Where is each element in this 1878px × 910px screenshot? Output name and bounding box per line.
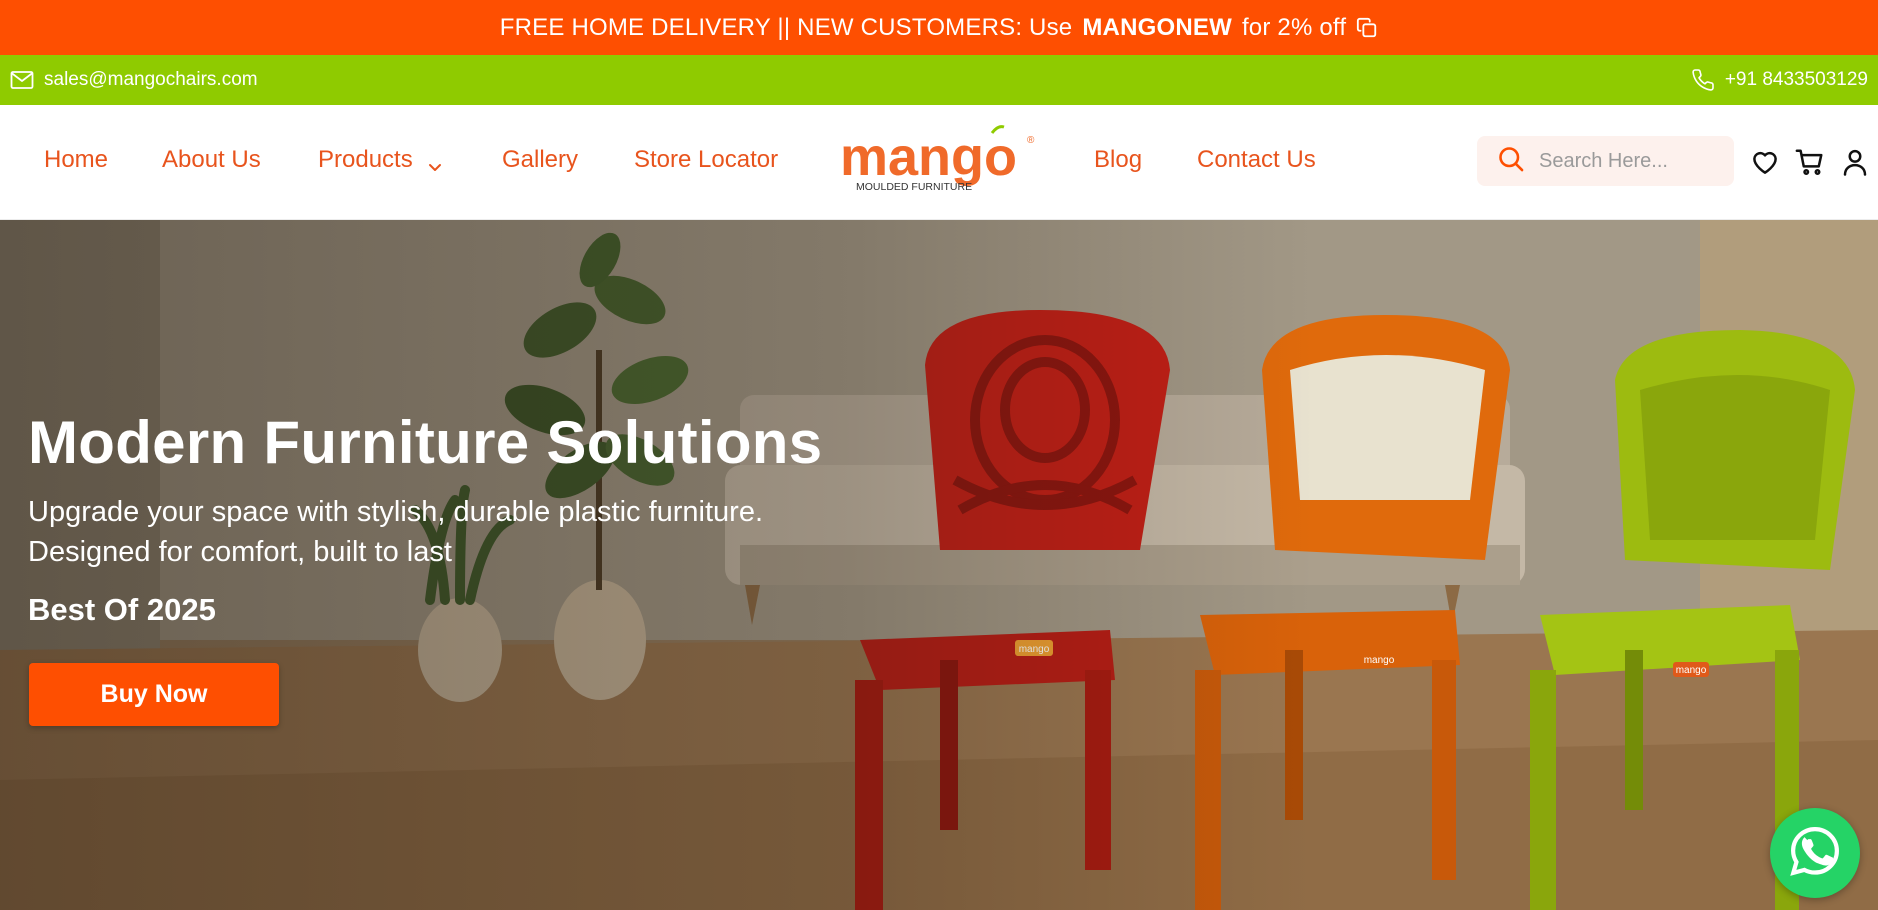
hero-subtitle-line1: Upgrade your space with stylish, durable… (28, 496, 764, 528)
nav-home[interactable]: Home (44, 145, 108, 175)
chevron-down-icon (427, 153, 443, 171)
cart-icon[interactable] (1795, 147, 1825, 177)
logo-brand: mango (840, 127, 1017, 187)
logo-registered-mark: ® (1027, 135, 1035, 146)
phone-text[interactable]: +91 8433503129 (1725, 69, 1868, 91)
mango-logo[interactable]: mango ® MOULDED FURNITURE (840, 125, 1040, 205)
contact-bar: sales@mangochairs.com +91 8433503129 (0, 55, 1878, 105)
hero-banner: mango mango mango Modern Furniture Solut… (0, 220, 1878, 910)
announcement-bar: FREE HOME DELIVERY || NEW CUSTOMERS: Use… (0, 0, 1878, 55)
hero-subtitle: Upgrade your space with stylish, durable… (28, 492, 868, 572)
announcement-text: FREE HOME DELIVERY || NEW CUSTOMERS: Use (499, 13, 1073, 41)
email-text[interactable]: sales@mangochairs.com (44, 69, 258, 91)
buy-now-button[interactable]: Buy Now (29, 663, 279, 726)
nav-store-locator[interactable]: Store Locator (634, 145, 778, 175)
search-box[interactable] (1477, 136, 1734, 186)
site-header: Home About Us Products Gallery Store Loc… (0, 105, 1878, 220)
hero-title: Modern Furniture Solutions (28, 409, 823, 476)
phone-contact[interactable]: +91 8433503129 (1691, 68, 1868, 92)
hero-subtitle-line2: Designed for comfort, built to last (28, 536, 452, 568)
heart-icon[interactable] (1750, 147, 1780, 177)
nav-products[interactable]: Products (318, 145, 443, 175)
whatsapp-icon (1787, 823, 1843, 884)
nav-about-us[interactable]: About Us (162, 145, 261, 175)
nav-contact-us[interactable]: Contact Us (1197, 145, 1316, 175)
search-input[interactable] (1539, 149, 1709, 173)
copy-icon[interactable] (1356, 17, 1378, 39)
promo-code[interactable]: MANGONEW (1082, 14, 1232, 42)
nav-blog[interactable]: Blog (1094, 145, 1142, 175)
user-icon[interactable] (1840, 147, 1870, 177)
announcement-offer: for 2% off (1241, 13, 1347, 41)
nav-products-label: Products (318, 146, 413, 173)
search-icon[interactable] (1497, 145, 1525, 178)
phone-icon (1691, 68, 1715, 92)
mail-icon (10, 70, 34, 90)
whatsapp-button[interactable] (1770, 808, 1860, 898)
hero-tagline: Best Of 2025 (28, 592, 216, 627)
nav-gallery[interactable]: Gallery (502, 145, 578, 175)
email-contact[interactable]: sales@mangochairs.com (10, 69, 258, 91)
logo-tagline: MOULDED FURNITURE (856, 181, 972, 193)
